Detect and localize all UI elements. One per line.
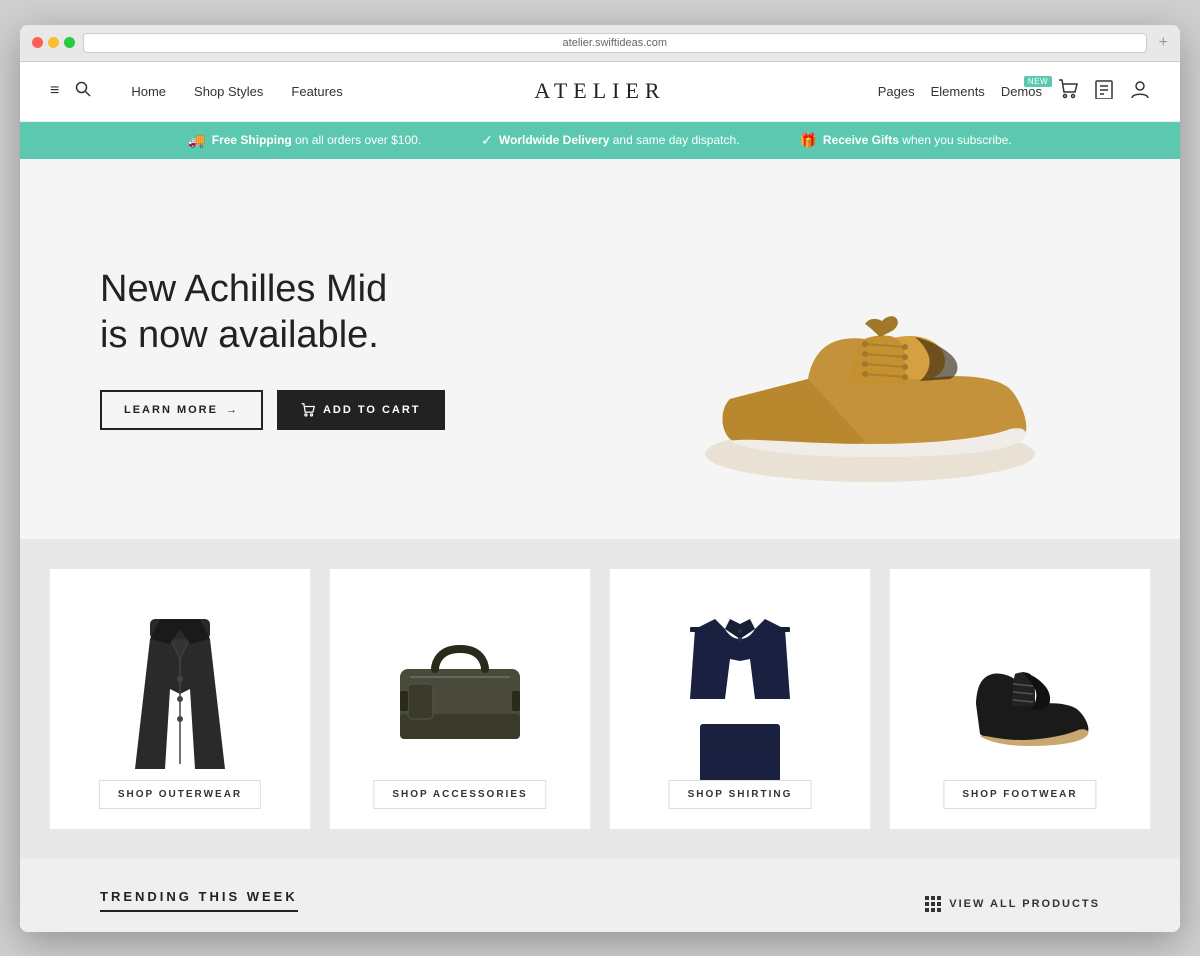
delivery-icon: ✓ xyxy=(481,132,493,149)
hero-content: New Achilles Mid is now available. LEARN… xyxy=(100,267,600,430)
nav-links: Home Shop Styles Features xyxy=(131,84,877,99)
hero-buttons: LEARN MORE → ADD TO CART xyxy=(100,390,600,430)
shoe-svg xyxy=(650,199,1050,499)
category-footwear[interactable]: SHOP FOOTWEAR xyxy=(890,569,1150,829)
promo-shipping: 🚚 Free Shipping on all orders over $100. xyxy=(188,132,421,149)
traffic-lights xyxy=(32,37,75,48)
category-outerwear[interactable]: SHOP OUTERWEAR xyxy=(50,569,310,829)
category-shirting[interactable]: SHOP SHIRTING xyxy=(610,569,870,829)
nav-elements[interactable]: Elements xyxy=(931,84,985,99)
nav-home[interactable]: Home xyxy=(131,84,166,99)
nav-pages[interactable]: Pages xyxy=(878,84,915,99)
promo-banner: 🚚 Free Shipping on all orders over $100.… xyxy=(20,122,1180,159)
demos-badge: NEW xyxy=(1024,76,1052,87)
outerwear-image xyxy=(70,599,290,799)
gift-icon: 🎁 xyxy=(799,132,816,149)
category-grid: SHOP OUTERWEAR xyxy=(20,539,1180,859)
browser-window: atelier.swiftideas.com + ≡ Home Shop Sty… xyxy=(20,25,1180,932)
site-content: ≡ Home Shop Styles Features ATELIER Page… xyxy=(20,62,1180,932)
wishlist-icon[interactable] xyxy=(1094,79,1114,104)
shirting-image xyxy=(630,599,850,799)
hamburger-icon[interactable]: ≡ xyxy=(50,82,59,100)
traffic-light-green[interactable] xyxy=(64,37,75,48)
cart-btn-icon xyxy=(301,403,315,417)
add-to-cart-button[interactable]: ADD TO CART xyxy=(277,390,445,430)
address-bar[interactable]: atelier.swiftideas.com xyxy=(83,33,1147,53)
accessories-image xyxy=(350,599,570,799)
hero-image xyxy=(600,199,1100,499)
search-icon[interactable] xyxy=(75,81,91,102)
grid-icon xyxy=(925,896,941,912)
view-all-button[interactable]: VIEW ALL PRODUCTS xyxy=(925,896,1100,912)
outerwear-label: SHOP OUTERWEAR xyxy=(99,780,261,809)
nav-right: Pages Elements Demos NEW xyxy=(878,79,1150,104)
hero-section: New Achilles Mid is now available. LEARN… xyxy=(20,159,1180,539)
nav-left: ≡ xyxy=(50,81,91,102)
category-accessories[interactable]: SHOP ACCESSORIES xyxy=(330,569,590,829)
browser-chrome: atelier.swiftideas.com + xyxy=(20,25,1180,62)
traffic-light-yellow[interactable] xyxy=(48,37,59,48)
shoe-visual xyxy=(600,199,1100,499)
accessories-label: SHOP ACCESSORIES xyxy=(373,780,546,809)
nav-shop-styles[interactable]: Shop Styles xyxy=(194,84,263,99)
promo-gifts: 🎁 Receive Gifts when you subscribe. xyxy=(799,132,1011,149)
nav-demos[interactable]: Demos NEW xyxy=(1001,84,1042,99)
navbar: ≡ Home Shop Styles Features ATELIER Page… xyxy=(20,62,1180,122)
footwear-image xyxy=(910,599,1130,799)
hero-title: New Achilles Mid is now available. xyxy=(100,267,600,358)
nav-features[interactable]: Features xyxy=(291,84,342,99)
user-icon[interactable] xyxy=(1130,79,1150,104)
shipping-icon: 🚚 xyxy=(188,132,205,149)
cart-icon[interactable] xyxy=(1058,79,1078,104)
promo-delivery: ✓ Worldwide Delivery and same day dispat… xyxy=(481,132,739,149)
traffic-light-red[interactable] xyxy=(32,37,43,48)
new-tab-button[interactable]: + xyxy=(1159,34,1168,52)
learn-more-button[interactable]: LEARN MORE → xyxy=(100,390,263,430)
trending-title: TRENDING THIS WEEK xyxy=(100,889,298,912)
footwear-label: SHOP FOOTWEAR xyxy=(943,780,1096,809)
brand-logo[interactable]: ATELIER xyxy=(534,78,665,104)
shirting-label: SHOP SHIRTING xyxy=(669,780,812,809)
trending-section: TRENDING THIS WEEK VIEW ALL PRODUCTS xyxy=(20,859,1180,932)
